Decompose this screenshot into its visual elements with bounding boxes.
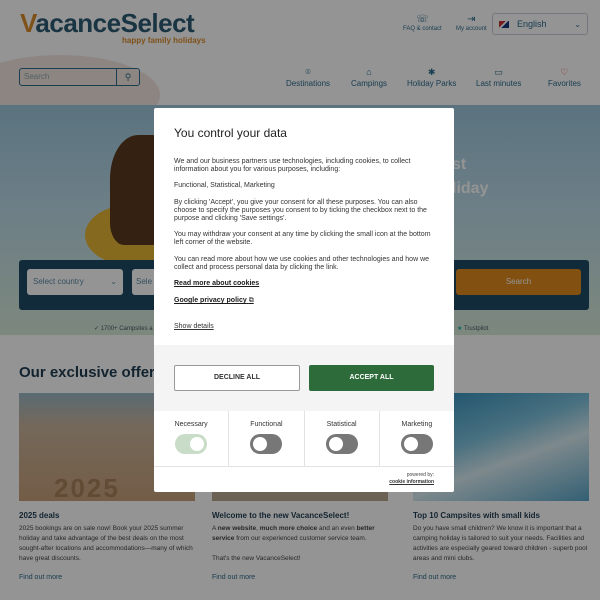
consent-title: You control your data — [174, 126, 287, 140]
consent-toggles: Necessary Functional Statistical Marketi… — [154, 411, 454, 467]
consent-accept-info: By clicking 'Accept', you give your cons… — [174, 198, 427, 223]
marketing-toggle[interactable] — [400, 434, 433, 454]
show-details-link[interactable]: Show details — [174, 323, 214, 330]
cookie-information-link[interactable]: cookie information — [389, 479, 434, 486]
decline-all-button[interactable]: DECLINE ALL — [174, 365, 300, 391]
read-more-cookies-link[interactable]: Read more about cookies — [174, 280, 434, 287]
functional-toggle[interactable] — [250, 434, 283, 454]
consent-read-more-info: You can read more about how we use cooki… — [174, 255, 430, 271]
external-link-icon: ⧉ — [248, 297, 254, 305]
toggle-marketing-cell: Marketing — [380, 411, 454, 466]
toggle-necessary-cell: Necessary — [154, 411, 230, 466]
google-privacy-link[interactable]: Google privacy policy ⧉ — [174, 297, 434, 305]
statistical-toggle[interactable] — [325, 434, 358, 454]
toggle-functional-cell: Functional — [229, 411, 305, 466]
accept-all-button[interactable]: ACCEPT ALL — [309, 365, 434, 391]
consent-button-row: DECLINE ALL ACCEPT ALL — [154, 345, 454, 411]
consent-body: You control your data We and our busines… — [154, 108, 454, 345]
consent-withdraw-info: You may withdraw your consent at any tim… — [174, 231, 431, 247]
necessary-toggle — [175, 434, 208, 454]
powered-by: powered by: cookie information — [389, 472, 434, 486]
cookie-consent-dialog: You control your data We and our busines… — [154, 108, 454, 492]
consent-intro: We and our business partners use technol… — [174, 158, 411, 174]
consent-purposes: Functional, Statistical, Marketing — [174, 182, 275, 190]
toggle-statistical-cell: Statistical — [305, 411, 380, 466]
